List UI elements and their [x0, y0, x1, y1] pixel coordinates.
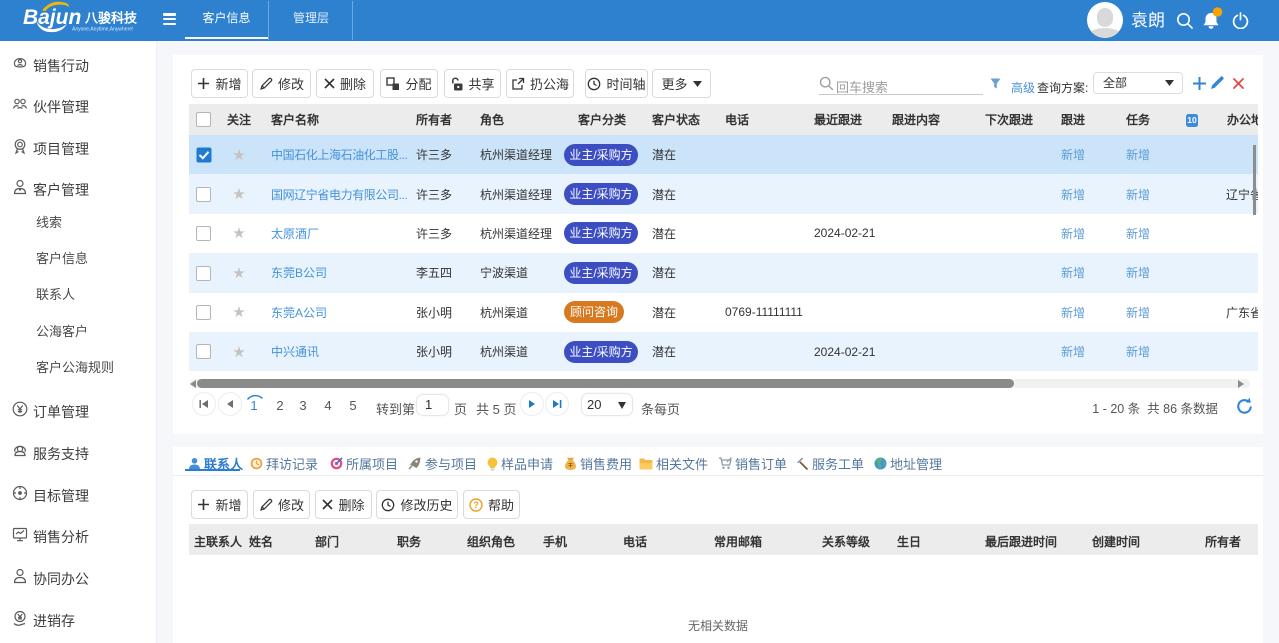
svg-text:Anyone,Anytime,Anywhere!: Anyone,Anytime,Anywhere! [72, 27, 133, 33]
svg-text:八骏科技: 八骏科技 [84, 11, 138, 26]
svg-text:?: ? [473, 500, 479, 510]
